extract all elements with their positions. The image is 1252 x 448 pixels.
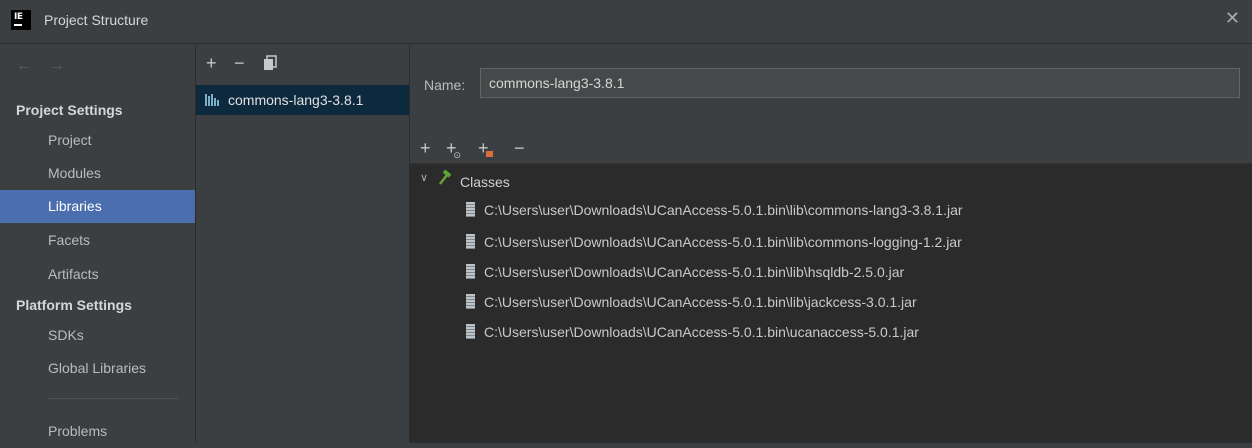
jar-folder-icon (485, 151, 493, 157)
project-structure-window: IE Project Structure ✕ ← → Project Setti… (0, 0, 1252, 443)
sidebar-item-libraries[interactable]: Libraries (0, 190, 195, 223)
add-jar-button[interactable]: + (478, 138, 496, 158)
jar-path: C:\Users\user\Downloads\UCanAccess-5.0.1… (484, 264, 905, 280)
jar-icon (466, 324, 475, 339)
back-forward-arrows-icon[interactable]: ← → (16, 57, 70, 75)
jar-path: C:\Users\user\Downloads\UCanAccess-5.0.1… (484, 324, 919, 340)
section-project-settings: Project Settings (16, 102, 123, 118)
add-library-button[interactable]: + (206, 53, 217, 73)
chevron-down-icon[interactable]: ∨ (420, 171, 428, 184)
settings-sidebar: ← → Project Settings Project Modules Lib… (0, 45, 196, 442)
sidebar-item-sdks[interactable]: SDKs (0, 319, 195, 352)
intellij-logo-icon: IE (11, 10, 31, 30)
hammer-icon-graphic (439, 169, 452, 185)
library-list-panel: + − commons-lang3-3.8.1 (196, 45, 410, 442)
library-list-item[interactable]: commons-lang3-3.8.1 (196, 85, 409, 115)
sidebar-item-facets[interactable]: Facets (0, 224, 195, 257)
hammer-icon (436, 169, 452, 186)
title-bar: IE Project Structure ✕ (0, 0, 1252, 44)
library-item-label: commons-lang3-3.8.1 (228, 92, 364, 108)
copy-icon[interactable] (262, 55, 278, 75)
add-url-button[interactable]: +⊙ (446, 138, 464, 161)
library-icon (205, 94, 219, 106)
jar-path: C:\Users\user\Downloads\UCanAccess-5.0.1… (484, 202, 963, 218)
copy-icon-graphic (264, 55, 277, 70)
remove-root-button[interactable]: − (514, 138, 525, 158)
name-label: Name: (424, 77, 466, 93)
jar-icon (466, 264, 475, 279)
close-icon[interactable]: ✕ (1225, 9, 1240, 27)
jar-path: C:\Users\user\Downloads\UCanAccess-5.0.1… (484, 294, 917, 310)
window-title: Project Structure (44, 12, 149, 28)
sidebar-divider (48, 398, 178, 399)
jar-icon (466, 202, 475, 217)
globe-icon: ⊙ (453, 150, 462, 160)
jar-path: C:\Users\user\Downloads\UCanAccess-5.0.1… (484, 234, 962, 250)
section-platform-settings: Platform Settings (16, 297, 132, 313)
library-detail-panel: Name: + +⊙ + − ∨ Classes C:\Users\user\D… (410, 45, 1252, 443)
sidebar-item-artifacts[interactable]: Artifacts (0, 258, 195, 291)
sidebar-item-modules[interactable]: Modules (0, 157, 195, 190)
sidebar-item-project[interactable]: Project (0, 124, 195, 157)
jar-icon (466, 294, 475, 309)
jar-icon (466, 234, 475, 249)
sidebar-item-global-libraries[interactable]: Global Libraries (0, 352, 195, 385)
library-roots-tree: ∨ Classes C:\Users\user\Downloads\UCanAc… (410, 163, 1252, 443)
library-name-input[interactable] (480, 68, 1240, 98)
add-root-button[interactable]: + (420, 138, 431, 158)
classes-node-label[interactable]: Classes (460, 174, 510, 190)
sidebar-item-problems[interactable]: Problems (0, 415, 195, 448)
remove-library-button[interactable]: − (234, 53, 245, 73)
